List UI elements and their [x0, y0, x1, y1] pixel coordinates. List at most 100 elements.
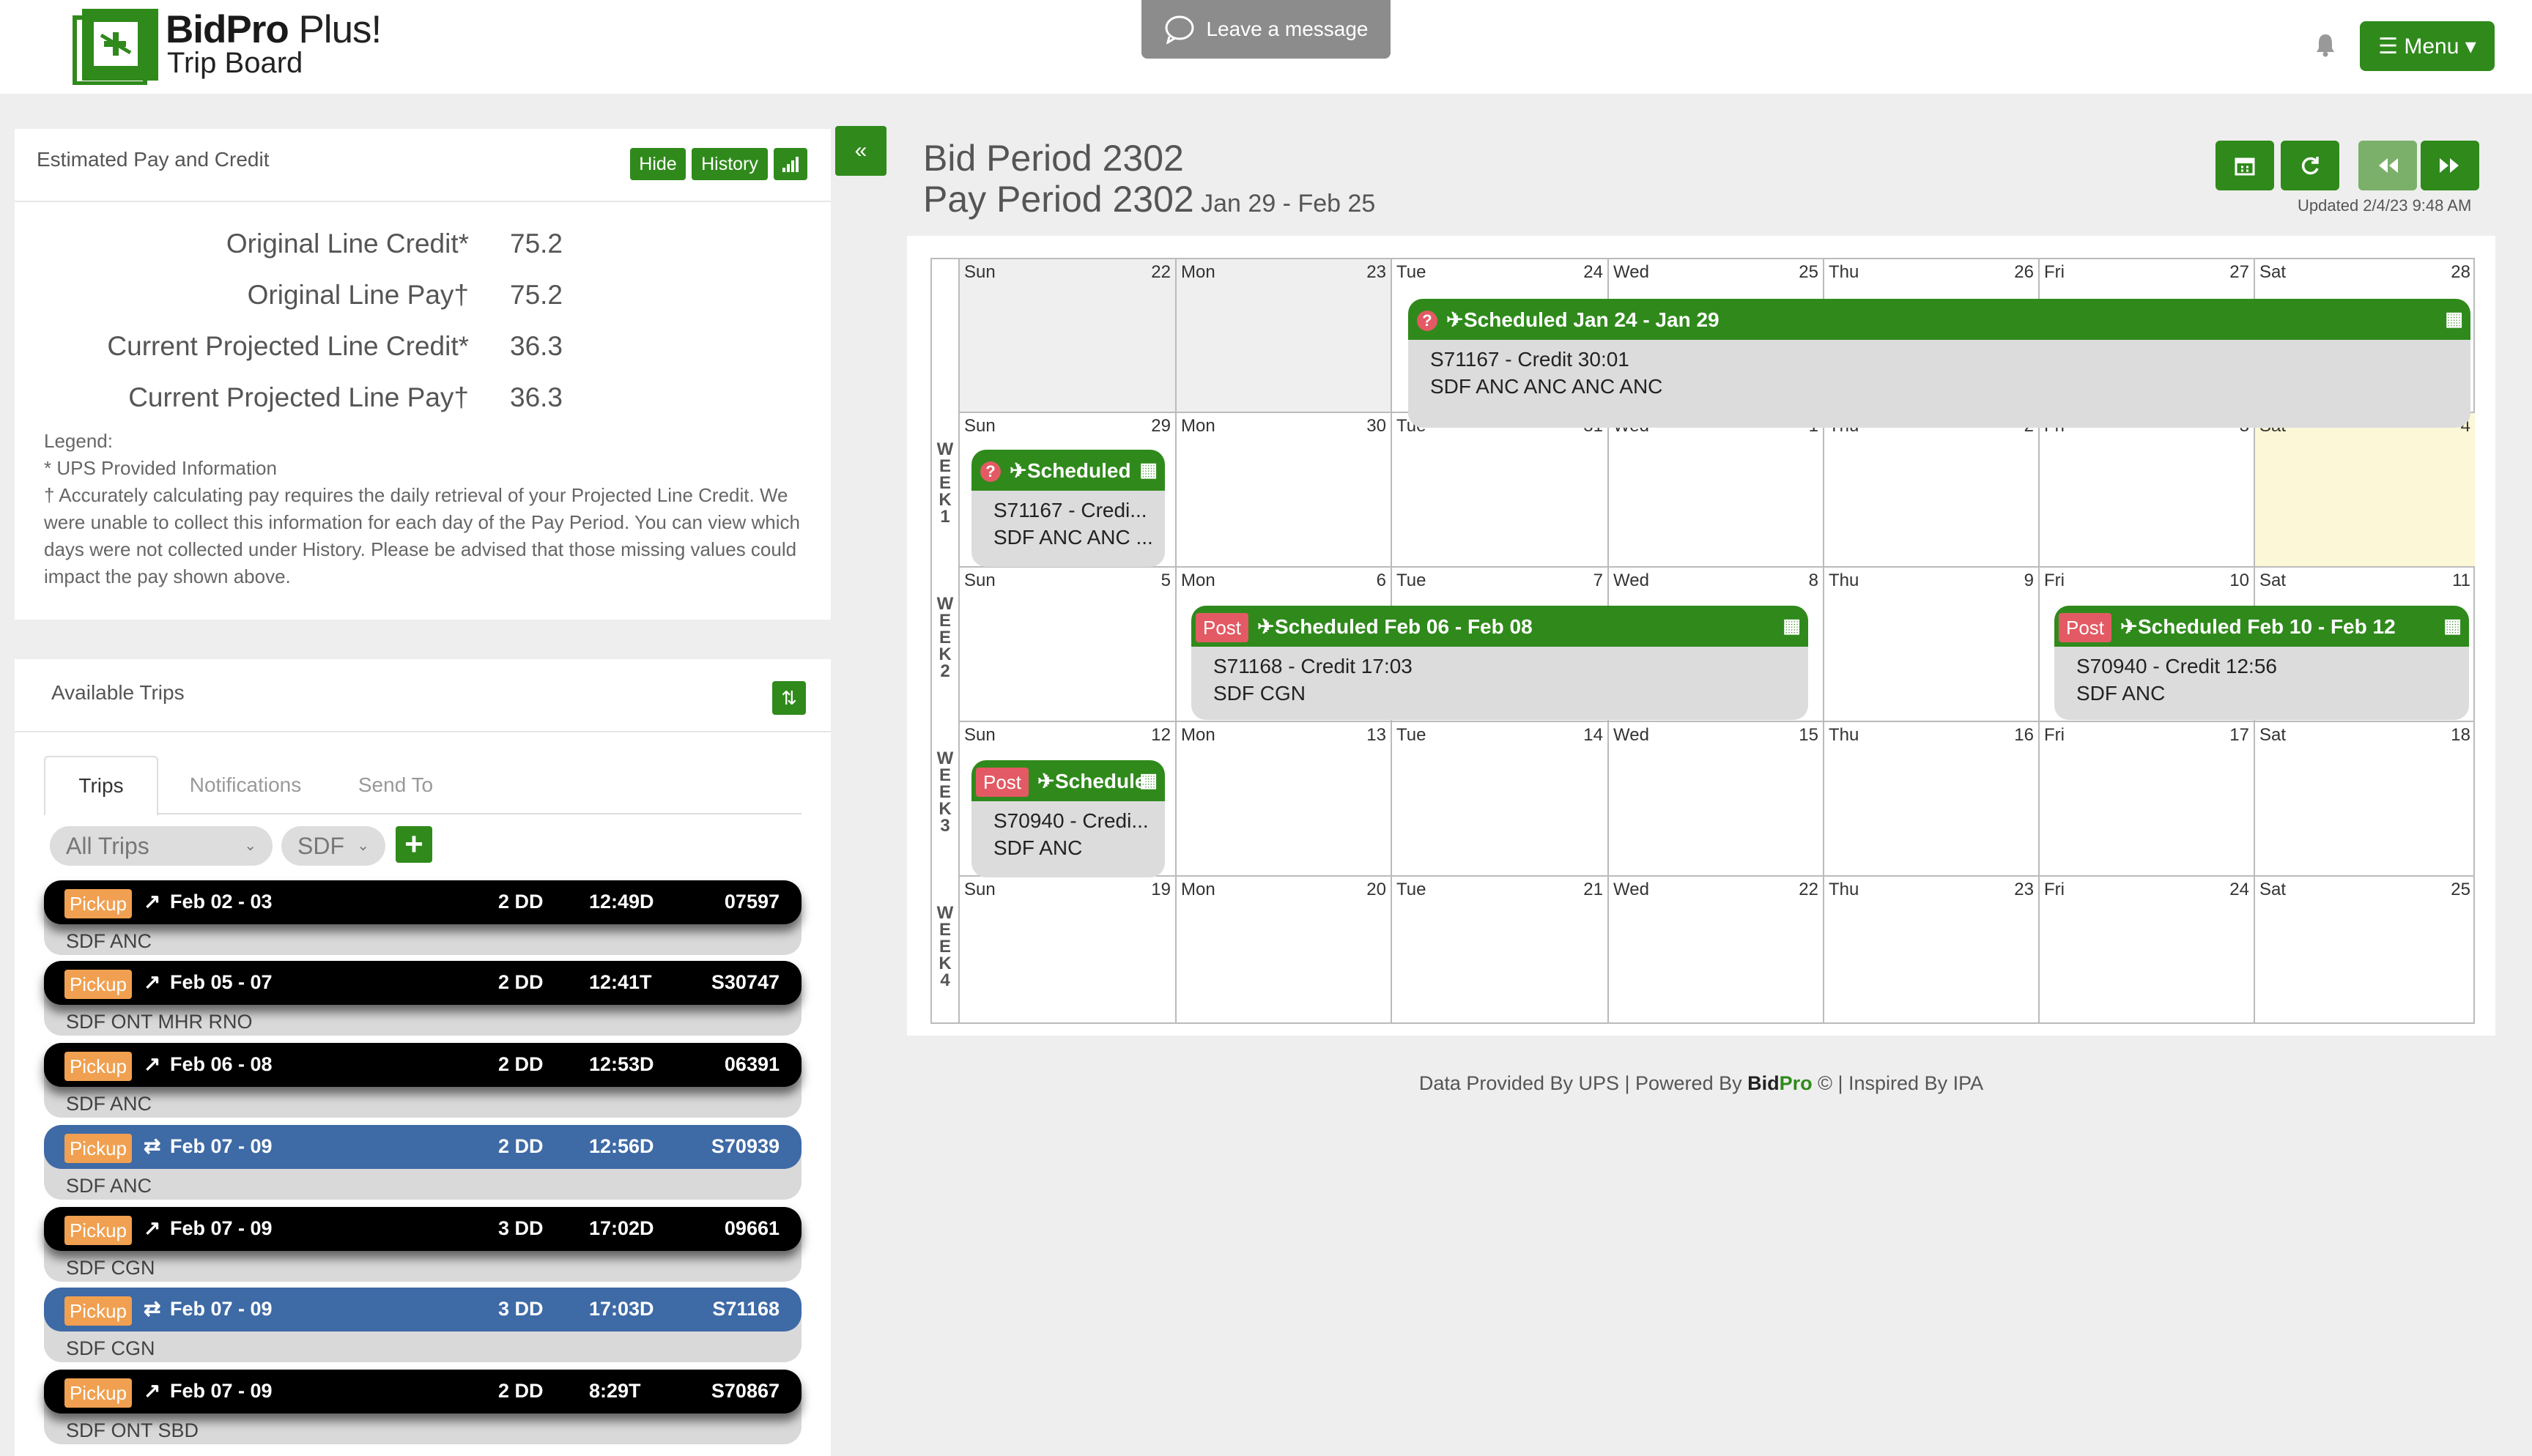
trip-card[interactable]: SDF ONT SBD Pickup ↗ Feb 07 - 09 2 DD 8:29T S7…: [44, 1370, 802, 1446]
trip-id: 09661: [724, 1217, 780, 1239]
calendar-day-cell[interactable]: Wed1: [1609, 413, 1824, 568]
day-number: 18: [2451, 725, 2470, 745]
calendar-day-cell[interactable]: Sat4: [2255, 413, 2475, 568]
trip-id: S70867: [711, 1380, 780, 1402]
event-header[interactable]: Post ✈ Schedule ▦: [971, 760, 1165, 801]
trip-card[interactable]: SDF CGN Pickup ↗ Feb 07 - 09 3 DD 17:02D 09661: [44, 1207, 802, 1283]
calendar-icon[interactable]: ▦: [1139, 769, 1158, 792]
event-header[interactable]: ? ✈ Scheduled ▦: [971, 450, 1165, 491]
day-number: 29: [1151, 416, 1171, 436]
pickup-badge[interactable]: Pickup: [64, 1378, 132, 1408]
refresh-button[interactable]: [2281, 141, 2339, 190]
previous-period-button[interactable]: [2358, 141, 2417, 190]
trip-duty-days: 2 DD: [498, 971, 544, 993]
calendar-day-cell[interactable]: Mon 30: [1177, 413, 1392, 568]
calendar-day-cell[interactable]: Fri3: [2040, 413, 2255, 568]
calendar-day-cell[interactable]: Thu 23: [1824, 877, 2040, 1022]
calendar-day-cell[interactable]: Tue31: [1392, 413, 1609, 568]
event-header[interactable]: Post ✈ Scheduled Feb 06 - Feb 08 ▦: [1191, 606, 1808, 647]
trip-header[interactable]: Pickup ⇄ Feb 07 - 09 2 DD 12:56D S70939: [44, 1125, 802, 1169]
scheduled-trip-event[interactable]: S70940 - Credit 12:56 SDF ANC Post ✈ Schedul…: [2054, 606, 2469, 720]
day-number: 23: [2014, 880, 2034, 899]
leave-message-button[interactable]: Leave a message: [1141, 0, 1391, 59]
day-name: Thu: [1829, 880, 1859, 899]
post-button[interactable]: Post: [1196, 613, 1248, 642]
pickup-badge[interactable]: Pickup: [64, 970, 132, 999]
trip-header[interactable]: Pickup ↗ Feb 06 - 08 2 DD 12:53D 06391: [44, 1043, 802, 1087]
sort-button[interactable]: ⇅: [772, 681, 806, 715]
calendar-day-cell[interactable]: Fri 17: [2040, 722, 2255, 877]
calendar-day-cell[interactable]: Thu 9: [1824, 568, 2040, 722]
calendar-day-cell[interactable]: Mon 23: [1177, 259, 1392, 413]
external-link-icon: ↗: [144, 1379, 161, 1402]
calendar-day-cell[interactable]: Sun 22: [960, 259, 1177, 413]
event-route: SDF ANC: [993, 836, 1083, 859]
scheduled-trip-event[interactable]: S71167 - Credi... SDF ANC ANC ...? ✈ Schedu…: [971, 450, 1165, 567]
scheduled-trip-event[interactable]: S71168 - Credit 17:03 SDF CGN Post ✈ Schedul…: [1191, 606, 1808, 720]
tab-send-to[interactable]: Send To: [344, 756, 447, 814]
calendar-grid: Sun 22 Mon 23 Tue 24 Wed 25 Thu 26 Fri 27 Sat 28 W E E K 1…: [930, 258, 2475, 1024]
scheduled-trip-event[interactable]: S71167 - Credit 30:01 SDF ANC ANC ANC ANC…: [1408, 299, 2470, 428]
calendar-day-cell[interactable]: Sat 18: [2255, 722, 2475, 877]
trip-header[interactable]: Pickup ↗ Feb 05 - 07 2 DD 12:41T S30747: [44, 961, 802, 1005]
day-name: Sun: [964, 416, 996, 436]
calendar-icon[interactable]: ▦: [1139, 458, 1158, 481]
trip-card[interactable]: SDF ANC Pickup ↗ Feb 02 - 03 2 DD 12:49D 07597: [44, 880, 802, 957]
hide-button[interactable]: Hide: [630, 148, 686, 180]
event-title: Scheduled Jan 24 - Jan 29: [1464, 308, 1720, 331]
add-filter-button[interactable]: +: [396, 826, 432, 863]
event-header[interactable]: Post ✈ Scheduled Feb 10 - Feb 12 ▦: [2054, 606, 2469, 647]
brand-subtitle: Trip Board: [167, 47, 303, 79]
pickup-badge[interactable]: Pickup: [64, 1296, 132, 1326]
history-button[interactable]: History: [692, 148, 768, 180]
calendar-day-cell[interactable]: Wed 22: [1609, 877, 1824, 1022]
post-button[interactable]: Post: [976, 768, 1029, 797]
trip-header[interactable]: Pickup ↗ Feb 07 - 09 2 DD 8:29T S70867: [44, 1370, 802, 1414]
calendar-day-cell[interactable]: Thu 16: [1824, 722, 2040, 877]
calendar-day-cell[interactable]: Mon 20: [1177, 877, 1392, 1022]
trip-card[interactable]: SDF CGN Pickup ⇄ Feb 07 - 09 3 DD 17:03D S7116…: [44, 1288, 802, 1364]
footer-brand[interactable]: BidPro: [1747, 1072, 1813, 1094]
calendar-day-cell[interactable]: Tue 21: [1392, 877, 1609, 1022]
trip-header[interactable]: Pickup ↗ Feb 02 - 03 2 DD 12:49D 07597: [44, 880, 802, 924]
pickup-badge[interactable]: Pickup: [64, 1134, 132, 1163]
day-name: Thu: [1829, 725, 1859, 745]
menu-button[interactable]: ☰ Menu ▾: [2360, 21, 2495, 71]
event-header[interactable]: ? ✈ Scheduled Jan 24 - Jan 29 ▦: [1408, 299, 2470, 340]
rewind-icon: [2379, 158, 2398, 173]
trip-header[interactable]: Pickup ⇄ Feb 07 - 09 3 DD 17:03D S71168: [44, 1288, 802, 1331]
pickup-badge[interactable]: Pickup: [64, 889, 132, 918]
calendar-view-button[interactable]: [2216, 141, 2274, 190]
base-filter-select[interactable]: SDF ⌄: [281, 826, 385, 866]
bell-icon[interactable]: [2315, 32, 2336, 57]
trip-header[interactable]: Pickup ↗ Feb 07 - 09 3 DD 17:02D 09661: [44, 1207, 802, 1251]
tab-trips[interactable]: Trips: [44, 756, 158, 816]
question-icon[interactable]: ?: [1417, 311, 1437, 331]
plane-icon: ✈: [1257, 615, 1275, 638]
calendar-day-cell[interactable]: Sun 19: [960, 877, 1177, 1022]
day-name: Wed: [1613, 571, 1649, 590]
question-icon[interactable]: ?: [980, 461, 1001, 482]
trip-card[interactable]: SDF ANC Pickup ↗ Feb 06 - 08 2 DD 12:53D 06391: [44, 1043, 802, 1119]
trip-card[interactable]: SDF ANC Pickup ⇄ Feb 07 - 09 2 DD 12:56D S7093…: [44, 1125, 802, 1201]
trip-filter-select[interactable]: All Trips ⌄: [50, 826, 273, 866]
calendar-day-cell[interactable]: Wed 15: [1609, 722, 1824, 877]
post-button[interactable]: Post: [2059, 613, 2111, 642]
calendar-icon[interactable]: ▦: [2443, 614, 2462, 637]
calendar-day-cell[interactable]: Thu2: [1824, 413, 2040, 568]
calendar-day-cell[interactable]: Mon 13: [1177, 722, 1392, 877]
collapse-sidebar-button[interactable]: «: [835, 126, 886, 176]
scheduled-trip-event[interactable]: S70940 - Credi... SDF ANC Post ✈ Schedule ▦: [971, 760, 1165, 877]
calendar-day-cell[interactable]: Sun 5: [960, 568, 1177, 722]
tab-notifications[interactable]: Notifications: [176, 756, 315, 814]
calendar-icon[interactable]: ▦: [2445, 308, 2463, 330]
next-period-button[interactable]: [2421, 141, 2479, 190]
trip-card[interactable]: SDF ONT MHR RNO Pickup ↗ Feb 05 - 07 2 DD 12:…: [44, 961, 802, 1037]
calendar-icon[interactable]: ▦: [1783, 614, 1801, 637]
pickup-badge[interactable]: Pickup: [64, 1052, 132, 1081]
chart-button[interactable]: [774, 148, 807, 180]
calendar-day-cell[interactable]: Fri 24: [2040, 877, 2255, 1022]
calendar-day-cell[interactable]: Sat 25: [2255, 877, 2475, 1022]
calendar-day-cell[interactable]: Tue 14: [1392, 722, 1609, 877]
pickup-badge[interactable]: Pickup: [64, 1216, 132, 1245]
